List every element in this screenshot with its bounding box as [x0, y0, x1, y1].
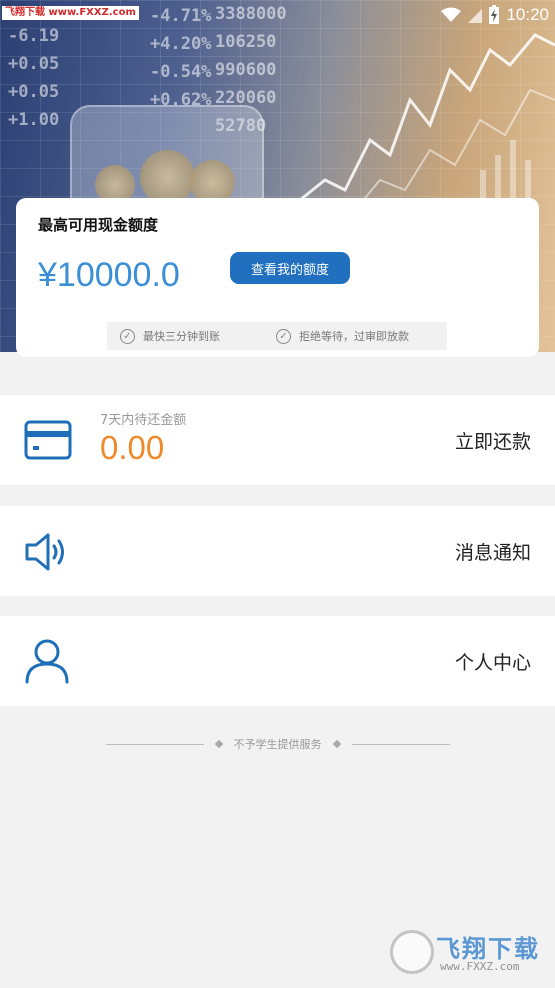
quota-amount: ¥10000.0	[38, 256, 180, 294]
divider-line	[351, 743, 450, 745]
battery-icon	[489, 5, 500, 24]
credit-card-icon	[24, 420, 72, 460]
notice-row[interactable]: 消息通知	[0, 506, 555, 596]
status-time: 10:20	[506, 5, 549, 24]
notifications-link[interactable]: 消息通知	[455, 506, 531, 596]
due-amount: 0.00	[100, 429, 165, 466]
watermark-top: 飞翔下载 www.FXXZ.com	[2, 6, 139, 20]
coin	[140, 150, 195, 205]
speaker-icon	[25, 533, 64, 571]
diamond-icon	[214, 739, 223, 749]
watermark-url: www.FXXZ.com	[440, 960, 520, 973]
feature-label: 拒绝等待，过审即放款	[299, 330, 409, 343]
check-circle-icon: ✓	[120, 328, 135, 344]
feature-item: ✓ 最快三分钟到账	[120, 328, 220, 344]
due-label: 7天内待还金额	[100, 413, 187, 428]
watermark-text: 飞翔下载	[436, 935, 540, 963]
ticker-mid: -4.71% +4.20% -0.54% +0.62%	[150, 6, 212, 110]
feature-label: 最快三分钟到账	[143, 330, 220, 343]
ticker-left: -6.19 +0.05 +0.05 +1.00	[8, 26, 60, 130]
divider-line	[105, 743, 204, 745]
watermark-logo: 飞翔下载 www.FXXZ.com	[388, 928, 548, 978]
personal-center-link[interactable]: 个人中心	[455, 616, 531, 706]
feature-item: ✓ 拒绝等待，过审即放款	[276, 328, 409, 344]
footer-note-text: 不予学生提供服务	[233, 738, 322, 751]
user-icon	[25, 639, 69, 684]
footer-note: 不予学生提供服务	[0, 735, 555, 753]
trend-chart-decoration	[300, 33, 555, 216]
feature-strip: ✓ 最快三分钟到账 ✓ 拒绝等待，过审即放款	[107, 322, 447, 350]
repay-now-link[interactable]: 立即还款	[455, 395, 531, 485]
check-circle-icon: ✓	[276, 328, 291, 344]
wifi-icon	[441, 7, 462, 22]
watermark-circle-icon	[390, 930, 434, 974]
quota-title: 最高可用现金额度	[38, 216, 159, 234]
quota-card: 最高可用现金额度 ¥10000.0 查看我的额度 ✓ 最快三分钟到账 ✓ 拒绝等…	[16, 198, 539, 357]
diamond-icon	[332, 739, 341, 749]
profile-row[interactable]: 个人中心	[0, 616, 555, 706]
status-bar: 10:20	[440, 3, 549, 27]
signal-icon	[468, 9, 483, 23]
repay-row[interactable]: 7天内待还金额 0.00 立即还款	[0, 395, 555, 485]
view-quota-button[interactable]: 查看我的额度	[230, 252, 350, 284]
